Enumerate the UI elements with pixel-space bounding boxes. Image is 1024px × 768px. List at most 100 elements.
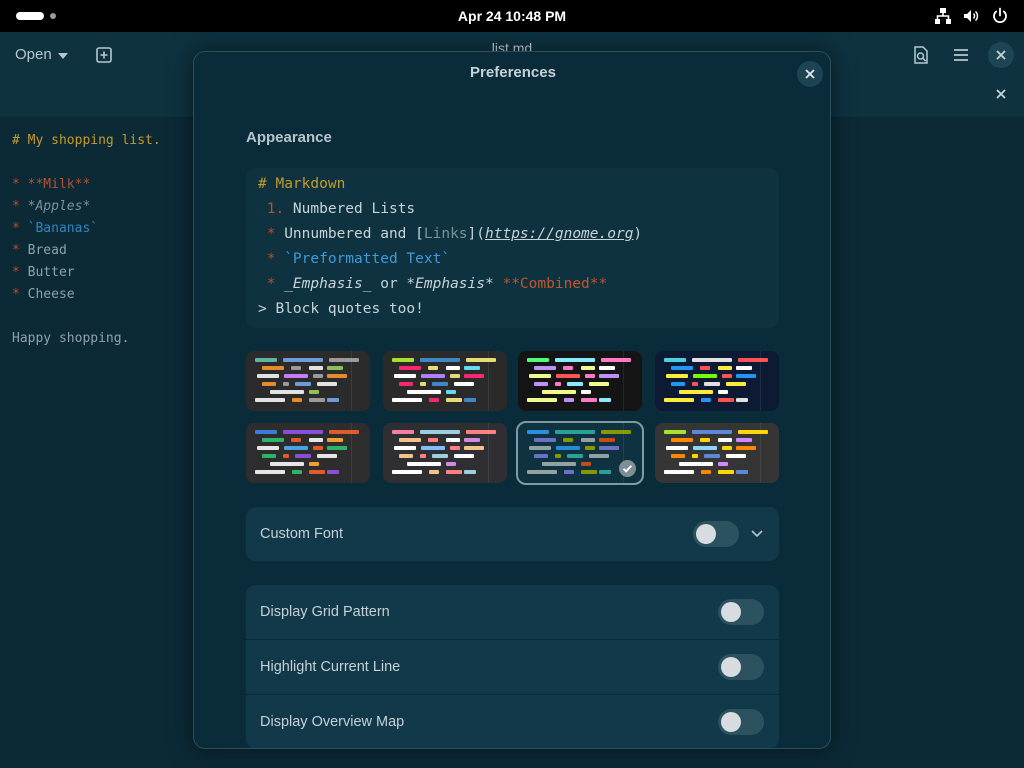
text-span: *Apples* [27, 199, 91, 214]
power-icon[interactable] [991, 7, 1009, 25]
dialog-close-button[interactable] [797, 61, 823, 87]
scheme-color-bar [567, 382, 583, 386]
scheme-color-bar [736, 374, 756, 378]
option-row-grid-pattern[interactable]: Display Grid Pattern [246, 585, 779, 639]
text-span: *Emphasis* [406, 276, 494, 292]
scheme-color-bar [428, 438, 438, 442]
option-row-highlight-line[interactable]: Highlight Current Line [246, 640, 779, 694]
scheme-color-bar [581, 390, 591, 394]
chevron-down-icon[interactable] [750, 528, 764, 540]
custom-font-switch[interactable] [693, 521, 739, 547]
scheme-color-bar [556, 446, 580, 450]
scheme-color-bar [589, 382, 609, 386]
style-scheme-5[interactable] [246, 423, 370, 483]
scheme-color-bar [270, 462, 304, 466]
style-scheme-4[interactable] [655, 351, 779, 411]
preferences-dialog: Preferences Appearance # Markdown 1. Num… [193, 51, 831, 749]
checkmark-icon [619, 460, 636, 477]
scheme-color-bar [399, 438, 421, 442]
style-scheme-8[interactable] [655, 423, 779, 483]
close-window-button[interactable] [988, 42, 1014, 68]
option-label: Display Overview Map [260, 714, 405, 730]
style-scheme-1[interactable] [246, 351, 370, 411]
scheme-scroll-edge [760, 423, 779, 483]
scheme-scroll-edge [488, 423, 507, 483]
text-line [12, 306, 161, 328]
scheme-color-bar [664, 470, 694, 474]
scheme-color-bar [534, 454, 548, 458]
scheme-color-bar [270, 390, 304, 394]
text-span: * [12, 243, 28, 258]
scheme-color-bar [599, 438, 615, 442]
style-scheme-2[interactable] [383, 351, 507, 411]
infobar-close-icon[interactable] [994, 87, 1008, 101]
scheme-color-bar [679, 462, 713, 466]
dialog-title: Preferences [470, 64, 556, 81]
markdown-preview: # Markdown 1. Numbered Lists * Unnumbere… [246, 168, 779, 328]
scheme-color-bar [309, 390, 319, 394]
scheme-color-bar [420, 382, 426, 386]
text-span: * [12, 199, 28, 214]
option-label: Highlight Current Line [260, 659, 401, 675]
style-scheme-3[interactable] [518, 351, 642, 411]
custom-font-row[interactable]: Custom Font [246, 507, 779, 561]
text-span: `Bananas` [27, 221, 99, 236]
open-button[interactable]: Open [8, 42, 78, 68]
scheme-color-bar [262, 382, 276, 386]
scheme-color-bar [399, 366, 421, 370]
scheme-color-bar [581, 366, 595, 370]
scheme-color-bar [542, 390, 576, 394]
scheme-color-bar [726, 454, 746, 458]
network-icon[interactable] [934, 7, 952, 25]
scheme-scroll-edge [351, 351, 370, 411]
clock[interactable]: Apr 24 10:48 PM [0, 0, 1024, 32]
volume-icon[interactable] [962, 7, 980, 25]
text-span: **Combined** [493, 276, 608, 292]
editor-options-card: Display Grid Pattern Highlight Current L… [246, 585, 779, 748]
scheme-color-bar [585, 446, 595, 450]
scheme-color-bar [255, 398, 285, 402]
scheme-color-bar [327, 374, 347, 378]
scheme-color-bar [736, 446, 756, 450]
scheme-color-bar [527, 430, 549, 434]
style-scheme-6[interactable] [383, 423, 507, 483]
hamburger-menu-icon[interactable] [952, 47, 970, 63]
text-span: `Preformatted Text` [275, 251, 451, 267]
scheme-scroll-edge [760, 351, 779, 411]
text-span: Unnumbered and [275, 226, 416, 242]
scheme-color-bar [599, 446, 619, 450]
scheme-scroll-edge [351, 423, 370, 483]
editor-text-view[interactable]: # My shopping list. * **Milk** * *Apples*… [12, 130, 161, 350]
scheme-color-bar [428, 366, 438, 370]
overview-map-switch[interactable] [718, 709, 764, 735]
text-span: # My shopping list. [12, 133, 161, 148]
scheme-color-bar [700, 438, 710, 442]
scheme-color-bar [257, 446, 279, 450]
scheme-color-bar [429, 398, 439, 402]
new-tab-icon[interactable] [96, 47, 112, 63]
switch-knob [721, 712, 741, 732]
scheme-color-bar [295, 382, 311, 386]
grid-pattern-switch[interactable] [718, 599, 764, 625]
option-label: Display Grid Pattern [260, 604, 390, 620]
scheme-color-bar [581, 470, 597, 474]
scheme-color-bar [407, 390, 441, 394]
find-in-document-icon[interactable] [912, 46, 930, 64]
scheme-color-bar [284, 446, 308, 450]
text-line: * _Emphasis_ or *Emphasis* **Combined** [258, 272, 767, 297]
scheme-color-bar [666, 374, 688, 378]
scheme-color-bar [257, 374, 279, 378]
text-span: **Milk** [27, 177, 91, 192]
custom-font-label: Custom Font [260, 526, 343, 542]
scheme-color-bar [392, 430, 414, 434]
text-span: or [371, 276, 407, 292]
scheme-color-bar [718, 438, 732, 442]
scheme-color-bar [589, 454, 609, 458]
style-scheme-7[interactable] [516, 421, 644, 485]
text-line: 1. Numbered Lists [258, 197, 767, 222]
highlight-line-switch[interactable] [718, 654, 764, 680]
option-row-overview-map[interactable]: Display Overview Map [246, 695, 779, 748]
scheme-color-bar [255, 430, 277, 434]
scheme-color-bar [317, 454, 337, 458]
scheme-color-bar [693, 446, 717, 450]
